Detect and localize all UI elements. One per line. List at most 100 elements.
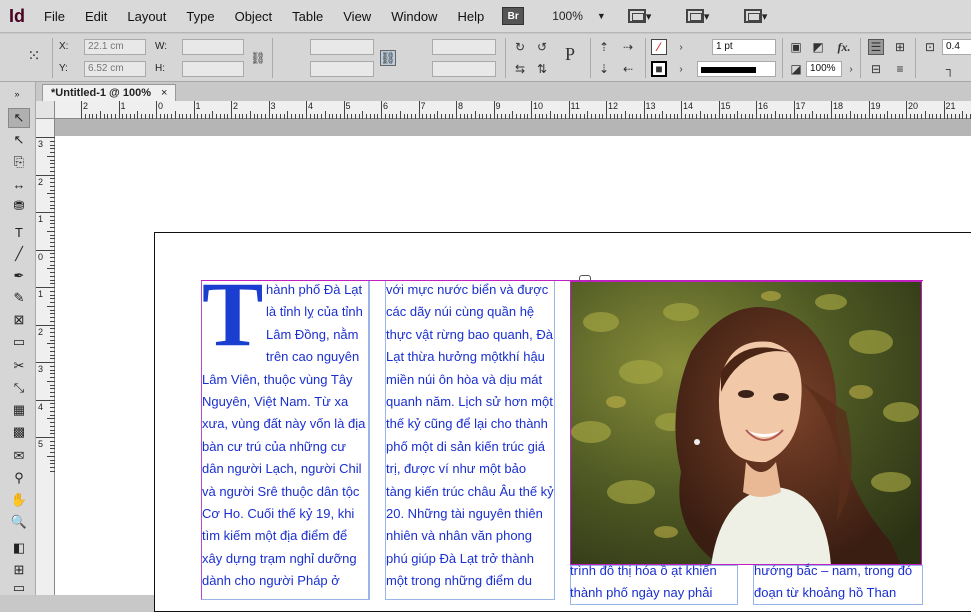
view-options-button[interactable]: ▾	[627, 6, 664, 26]
rotation-field[interactable]	[432, 39, 496, 55]
ruler-tick	[718, 101, 720, 119]
flip-horizontal-icon[interactable]: ⇆	[512, 61, 528, 77]
text-wrap-none-icon[interactable]: ☰	[868, 39, 884, 55]
scale-x-field[interactable]	[310, 39, 374, 55]
pasteboard[interactable]: Thành phố Đà Lạt là tỉnh lỵ của tỉnh Lâm…	[55, 119, 971, 612]
close-icon[interactable]: ×	[161, 87, 167, 99]
panel-collapse-icon[interactable]: »	[6, 84, 28, 104]
fit-frame-icon[interactable]: ⊡	[922, 39, 938, 55]
chevron-right-icon[interactable]: ›	[673, 61, 689, 77]
line-tool-icon[interactable]: ╱	[8, 244, 30, 264]
vertical-ruler[interactable]: 3 2 1 0 1 2 3 4 5	[36, 119, 55, 595]
stroke-weight-field[interactable]: 1 pt	[712, 39, 776, 55]
ruler-tick-label: 1	[195, 101, 201, 111]
chevron-right-icon[interactable]: ›	[673, 39, 689, 55]
corner-field[interactable]: 0.4	[942, 39, 971, 55]
pencil-tool-icon[interactable]: ✎	[8, 288, 30, 308]
menu-help[interactable]: Help	[447, 9, 494, 24]
direct-selection-tool-icon[interactable]: ↖	[8, 130, 30, 150]
ruler-tick	[47, 193, 55, 195]
ruler-tick-label: 3	[38, 139, 44, 149]
menu-table[interactable]: Table	[282, 9, 333, 24]
page-tool-icon[interactable]: ⎘	[8, 152, 30, 172]
select-container-icon[interactable]: ⇡	[596, 39, 612, 55]
text-column-4[interactable]: hướng bắc – nam, trong đó đoạn từ khoảng…	[754, 560, 922, 604]
pasteboard-band	[55, 119, 971, 136]
rectangle-frame-tool-icon[interactable]: ⊠	[8, 310, 30, 330]
ruler-tick	[793, 101, 795, 119]
scissors-tool-icon[interactable]: ✂	[8, 356, 30, 376]
menu-window[interactable]: Window	[381, 9, 447, 24]
ruler-tick-label: 7	[420, 101, 426, 111]
shadow-toggle-icon[interactable]: ◩	[810, 39, 826, 55]
rotate-cw-icon[interactable]: ↻	[512, 39, 528, 55]
ruler-tick-label: 0	[158, 101, 164, 111]
bridge-button[interactable]: Br	[502, 5, 525, 27]
pen-tool-icon[interactable]: ✒	[8, 266, 30, 286]
h-field[interactable]	[182, 61, 244, 77]
text-wrap-jump-icon[interactable]: ≡	[892, 61, 908, 77]
formatting-affects-icon[interactable]: ⊞	[8, 560, 30, 580]
stroke-type-field[interactable]	[697, 61, 776, 77]
w-field[interactable]	[182, 39, 244, 55]
photo-frame[interactable]	[570, 281, 922, 565]
rectangle-tool-icon[interactable]: ▭	[8, 332, 30, 352]
text-frame-icon[interactable]: P	[562, 44, 578, 64]
drop-shadow-icon[interactable]: ▣	[788, 39, 804, 55]
screen-mode-button[interactable]: ▾	[685, 6, 722, 26]
select-content-icon[interactable]: ⇢	[620, 39, 636, 55]
text-column-3[interactable]: trình đô thị hóa ồ ạt khiến thành phố ng…	[570, 560, 738, 604]
link-scale-icon[interactable]: ⛓	[380, 50, 396, 66]
zoom-tool-icon[interactable]: 🔍	[8, 512, 30, 532]
ruler-tick-label: 1	[38, 289, 44, 299]
selection-tool-icon[interactable]: ↖	[8, 108, 30, 128]
eyedropper-tool-icon[interactable]: ⚲	[8, 468, 30, 488]
opacity-icon[interactable]: ◪	[788, 61, 804, 77]
menu-type[interactable]: Type	[176, 9, 224, 24]
y-field[interactable]: 6.52 cm	[84, 61, 146, 77]
fill-stroke-icon[interactable]: ◧	[8, 538, 30, 558]
reference-point-icon[interactable]: ⁙	[26, 48, 42, 65]
corner-shape-icon[interactable]: ┐	[942, 61, 958, 77]
fill-swatch-icon[interactable]: ⁄	[651, 39, 667, 55]
free-transform-tool-icon[interactable]: ⤡	[8, 378, 30, 398]
ruler-origin[interactable]	[36, 101, 55, 119]
gradient-feather-tool-icon[interactable]: ▩	[8, 422, 30, 442]
menu-edit[interactable]: Edit	[75, 9, 117, 24]
constrain-proportions-icon[interactable]: ⛓	[250, 50, 266, 66]
type-tool-icon[interactable]: T	[8, 222, 30, 242]
menu-view[interactable]: View	[333, 9, 381, 24]
text-wrap-bbox-icon[interactable]: ⊞	[892, 39, 908, 55]
horizontal-ruler[interactable]: 2 1 0 1 2 3 4 5 6 7 8 9 10 11 12 13 14 15 16 17 18 19 20 21	[55, 101, 971, 119]
opacity-field[interactable]: 100%	[806, 61, 842, 77]
menu-layout[interactable]: Layout	[117, 9, 176, 24]
select-next-icon[interactable]: ⇠	[620, 61, 636, 77]
menu-file[interactable]: File	[34, 9, 75, 24]
ruler-tick	[36, 249, 55, 251]
content-collector-icon[interactable]: ⛃	[8, 196, 30, 216]
shear-field[interactable]	[432, 61, 496, 77]
scale-y-field[interactable]	[310, 61, 374, 77]
arrange-documents-button[interactable]: ▾	[743, 6, 780, 26]
gap-tool-icon[interactable]: ↔	[8, 174, 30, 194]
chevron-right-icon[interactable]: ›	[843, 61, 859, 77]
effects-icon[interactable]: fx.	[836, 39, 852, 55]
gradient-swatch-tool-icon[interactable]: ▦	[8, 400, 30, 420]
screen-mode-tool-icon[interactable]: ▭	[8, 578, 30, 598]
hand-tool-icon[interactable]: ✋	[8, 490, 30, 510]
ruler-tick	[606, 101, 607, 119]
note-tool-icon[interactable]: ✉	[8, 446, 30, 466]
ruler-tick-label: 8	[458, 101, 464, 111]
text-wrap-shape-icon[interactable]: ⊟	[868, 61, 884, 77]
stroke-swatch-icon[interactable]: ■	[651, 61, 667, 77]
select-previous-icon[interactable]: ⇣	[596, 61, 612, 77]
zoom-dropdown[interactable]: 100% ▼	[552, 5, 606, 27]
text-column-1[interactable]: Thành phố Đà Lạt là tỉnh lỵ của tỉnh Lâm…	[202, 279, 369, 595]
rotate-ccw-icon[interactable]: ↺	[534, 39, 550, 55]
flip-vertical-icon[interactable]: ⇅	[534, 61, 550, 77]
document-tab[interactable]: *Untitled-1 @ 100% ×	[42, 84, 177, 101]
menu-object[interactable]: Object	[225, 9, 283, 24]
ruler-tick	[906, 101, 907, 119]
x-field[interactable]: 22.1 cm	[84, 39, 146, 55]
text-column-2[interactable]: với mực nước biển và được các dãy núi cù…	[386, 279, 554, 595]
